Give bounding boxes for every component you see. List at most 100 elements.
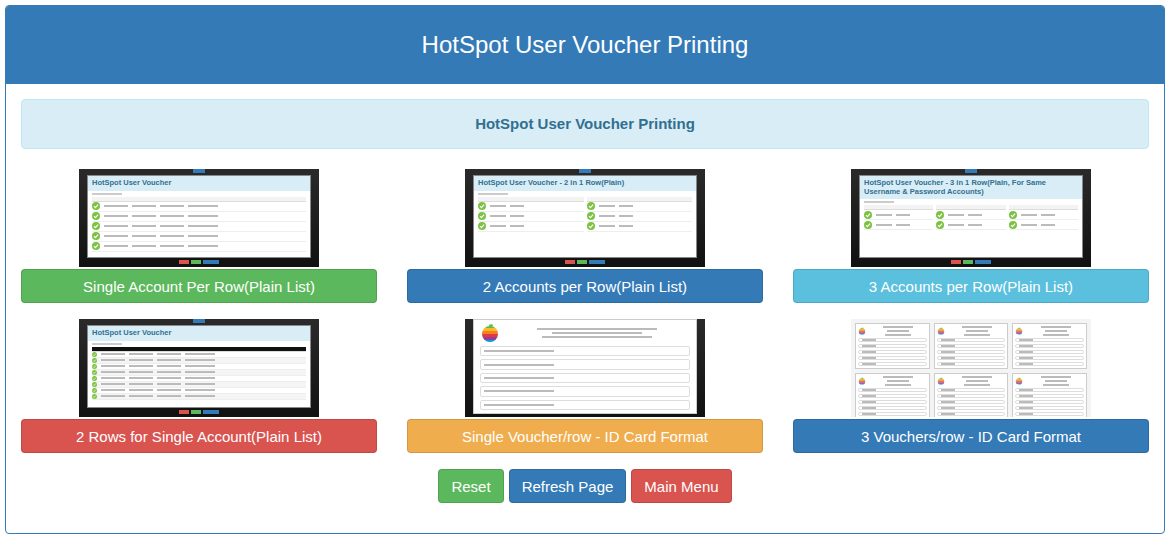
preview-row bbox=[478, 222, 584, 232]
option-button[interactable]: 3 Vouchers/row - ID Card Format bbox=[793, 419, 1149, 453]
preview-thumbnail[interactable] bbox=[851, 319, 1091, 417]
check-icon bbox=[92, 212, 100, 220]
preview-page: HotSpot User Voucher bbox=[87, 325, 311, 408]
preview-thumbnail[interactable]: HotSpot User Voucher bbox=[79, 319, 319, 417]
option-cell: HotSpot User Voucher - 2 in 1 Row(Plain)… bbox=[407, 169, 763, 303]
preview-group bbox=[92, 197, 306, 252]
card-field bbox=[1015, 388, 1084, 392]
preview-tab bbox=[965, 169, 977, 173]
card-field bbox=[858, 406, 927, 410]
logo-icon bbox=[937, 377, 945, 385]
preview-row bbox=[92, 232, 306, 242]
card-field bbox=[1015, 406, 1084, 410]
preview-thumbnail[interactable]: HotSpot User Voucher bbox=[79, 169, 319, 267]
action-button[interactable]: Refresh Page bbox=[509, 469, 627, 503]
card-field bbox=[858, 362, 927, 366]
preview-group bbox=[587, 197, 693, 232]
check-icon bbox=[92, 242, 100, 250]
check-icon bbox=[92, 382, 97, 387]
card-field bbox=[858, 350, 927, 354]
option-button[interactable]: Single Account Per Row(Plain List) bbox=[21, 269, 377, 303]
card-field bbox=[858, 388, 927, 392]
preview-row bbox=[92, 242, 306, 252]
check-icon bbox=[936, 211, 944, 219]
preview-row bbox=[587, 212, 693, 222]
option-cell: 3 Vouchers/row - ID Card Format bbox=[793, 319, 1149, 453]
action-button[interactable]: Main Menu bbox=[631, 469, 731, 503]
preview-thumbnail[interactable]: HotSpot User Voucher - 2 in 1 Row(Plain) bbox=[465, 169, 705, 267]
preview-group bbox=[478, 197, 584, 232]
preview-title: HotSpot User Voucher - 3 in 1 Row(Plain,… bbox=[860, 176, 1082, 199]
action-button[interactable]: Reset bbox=[438, 469, 503, 503]
preview-buttons bbox=[179, 260, 219, 264]
card-field bbox=[480, 373, 690, 383]
preview-group bbox=[92, 347, 306, 400]
check-icon bbox=[92, 394, 97, 399]
card-field bbox=[937, 350, 1006, 354]
logo-icon bbox=[858, 327, 866, 335]
card-top bbox=[1015, 326, 1084, 336]
panel-body: HotSpot User Voucher PrintingHotSpot Use… bbox=[6, 84, 1164, 533]
card-top bbox=[480, 323, 690, 343]
preview-title: HotSpot User Voucher bbox=[88, 326, 310, 341]
preview-card bbox=[934, 323, 1009, 369]
preview-group bbox=[936, 205, 1005, 230]
panel-header: HotSpot User Voucher Printing bbox=[6, 6, 1164, 84]
check-icon bbox=[92, 222, 100, 230]
voucher-panel: HotSpot User Voucher Printing HotSpot Use… bbox=[5, 5, 1165, 534]
option-button[interactable]: 3 Accounts per Row(Plain List) bbox=[793, 269, 1149, 303]
option-cell: HotSpot User Voucher Single Account Per R… bbox=[21, 169, 377, 303]
preview-title: HotSpot User Voucher - 2 in 1 Row(Plain) bbox=[474, 176, 696, 191]
card-field bbox=[858, 344, 927, 348]
check-icon bbox=[92, 358, 97, 363]
preview-row bbox=[936, 220, 1005, 230]
option-grid: HotSpot User Voucher Single Account Per R… bbox=[21, 169, 1149, 453]
preview-row bbox=[92, 394, 306, 400]
preview-table bbox=[88, 197, 310, 252]
option-button[interactable]: Single Voucher/row - ID Card Format bbox=[407, 419, 763, 453]
option-button[interactable]: 2 Accounts per Row(Plain List) bbox=[407, 269, 763, 303]
preview-buttons bbox=[565, 260, 605, 264]
card-field bbox=[1015, 338, 1084, 342]
card-field bbox=[480, 359, 690, 369]
option-button[interactable]: 2 Rows for Single Account(Plain List) bbox=[21, 419, 377, 453]
card-field bbox=[480, 400, 690, 410]
preview-page: HotSpot User Voucher - 2 in 1 Row(Plain) bbox=[473, 175, 697, 258]
preview-row bbox=[587, 222, 693, 232]
check-icon bbox=[864, 211, 872, 219]
check-icon bbox=[587, 212, 595, 220]
card-field bbox=[1015, 412, 1084, 416]
card-field bbox=[937, 406, 1006, 410]
card-field bbox=[937, 394, 1006, 398]
preview-row bbox=[92, 212, 306, 222]
preview-group bbox=[1009, 205, 1078, 230]
preview-row bbox=[864, 220, 933, 230]
logo-icon bbox=[1015, 327, 1023, 335]
card-field bbox=[480, 386, 690, 396]
check-icon bbox=[587, 202, 595, 210]
check-icon bbox=[1009, 221, 1017, 229]
preview-card bbox=[1012, 323, 1087, 369]
check-icon bbox=[92, 202, 100, 210]
option-cell: HotSpot User Voucher - 3 in 1 Row(Plain,… bbox=[793, 169, 1149, 303]
check-icon bbox=[92, 364, 97, 369]
check-icon bbox=[864, 221, 872, 229]
check-icon bbox=[1009, 211, 1017, 219]
card-field bbox=[937, 338, 1006, 342]
card-field bbox=[858, 356, 927, 360]
card-top bbox=[858, 326, 927, 336]
preview-subtitle bbox=[92, 193, 122, 195]
card-field bbox=[937, 344, 1006, 348]
preview-thumbnail[interactable]: HotSpot User Voucher - 3 in 1 Row(Plain,… bbox=[851, 169, 1091, 267]
preview-group bbox=[864, 205, 933, 230]
card-field bbox=[937, 412, 1006, 416]
preview-table bbox=[88, 347, 310, 400]
card-field bbox=[937, 400, 1006, 404]
preview-thumbnail[interactable] bbox=[465, 319, 705, 417]
card-top bbox=[1015, 376, 1084, 386]
logo-icon bbox=[1015, 377, 1023, 385]
card-field bbox=[937, 356, 1006, 360]
preview-title: HotSpot User Voucher bbox=[88, 176, 310, 191]
card-field bbox=[858, 412, 927, 416]
check-icon bbox=[936, 221, 944, 229]
